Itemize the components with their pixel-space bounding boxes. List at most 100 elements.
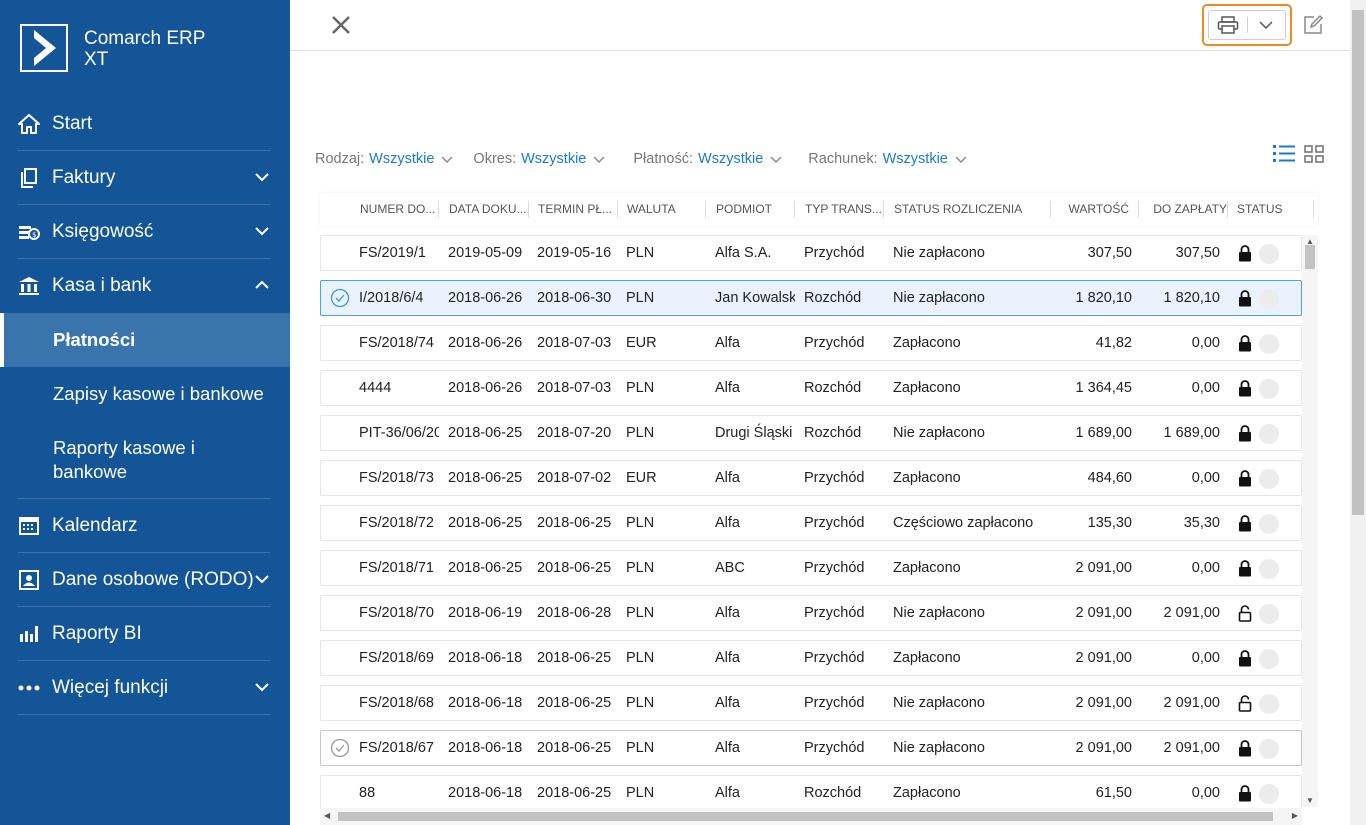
column-separator[interactable] — [1050, 201, 1051, 218]
chevron-down-icon[interactable] — [254, 571, 270, 587]
column-header-do-zaplaty[interactable]: DO ZAPŁATY — [1148, 193, 1227, 226]
status-indicator — [1259, 694, 1279, 714]
close-icon[interactable] — [330, 14, 352, 36]
person-card-icon — [18, 569, 40, 591]
column-header-typ-transakcji[interactable]: TYP TRANS... — [805, 193, 884, 226]
table-row[interactable]: I/2018/6/4 2018-06-26 2018-06-30 PLN Jan Kow… — [320, 280, 1302, 316]
column-separator[interactable] — [617, 201, 618, 218]
lock-closed-icon — [1239, 470, 1251, 487]
scroll-left-arrow-icon[interactable]: ◀ — [324, 811, 330, 820]
sidebar-item-wiecej-funkcji[interactable]: Więcej funkcji — [18, 661, 270, 715]
scroll-down-arrow-icon[interactable]: ▼ — [1306, 796, 1314, 805]
chevron-down-icon — [770, 156, 782, 163]
filter-rodzaj[interactable]: Rodzaj: Wszystkie — [315, 151, 453, 167]
cell-podmiot: Alfa — [715, 470, 740, 486]
sidebar-item-ksiegowosc[interactable]: $ Księgowość — [18, 205, 270, 259]
cell-status-rozliczenia: Zapłacono — [893, 335, 961, 351]
row-select-checkmark-icon[interactable] — [330, 288, 350, 308]
column-header-waluta[interactable]: WALUTA — [627, 193, 702, 226]
status-indicator — [1259, 559, 1279, 579]
table-row[interactable]: FS/2018/69 2018-06-18 2018-06-25 PLN Alfa Prz… — [320, 640, 1302, 676]
sidebar-item-faktury[interactable]: Faktury — [18, 151, 270, 205]
chevron-down-icon[interactable] — [254, 679, 270, 695]
filter-okres[interactable]: Okres: Wszystkie — [473, 151, 605, 167]
filter-rachunek[interactable]: Rachunek: Wszystkie — [808, 151, 967, 167]
page-vertical-scrollbar[interactable] — [1350, 0, 1366, 825]
chevron-up-icon[interactable] — [254, 277, 270, 293]
chevron-down-icon[interactable] — [254, 169, 270, 185]
cell-wartosc: 135,30 — [1087, 515, 1132, 531]
sidebar-subitem-label: Płatności — [53, 329, 136, 350]
scrollbar-thumb[interactable] — [338, 812, 1273, 821]
column-separator[interactable] — [1227, 201, 1228, 218]
table-row[interactable]: FS/2018/74 2018-06-26 2018-07-03 EUR Alfa Prz… — [320, 325, 1302, 361]
table-row[interactable]: PIT-36/06/20 2018-06-25 2018-07-20 PLN Drugi… — [320, 415, 1302, 451]
table-row[interactable]: FS/2018/68 2018-06-18 2018-06-25 PLN Alfa Prz… — [320, 685, 1302, 721]
cell-numer: PIT-36/06/20 — [359, 425, 439, 441]
list-view-icon[interactable] — [1272, 143, 1296, 165]
column-header-status[interactable]: STATUS — [1237, 193, 1297, 226]
sidebar-item-dane-osobowe[interactable]: Dane osobowe (RODO) — [18, 553, 270, 607]
cell-podmiot: Alfa — [715, 605, 740, 621]
sidebar-item-label: Księgowość — [52, 220, 154, 242]
grid-view-icon[interactable] — [1303, 143, 1325, 165]
column-separator[interactable] — [1313, 201, 1314, 218]
sidebar-subitem-platnosci[interactable]: Płatności — [0, 313, 290, 367]
print-button[interactable] — [1209, 11, 1247, 39]
table-row[interactable]: 88 2018-06-18 2018-06-25 PLN Alfa Rozchód Zapł… — [320, 775, 1302, 810]
column-header-data-dokumentu[interactable]: DATA DOKU... — [449, 193, 528, 226]
scrollbar-thumb[interactable] — [1352, 10, 1364, 515]
sidebar-item-kasa-i-bank[interactable]: Kasa i bank — [18, 259, 270, 313]
accounting-icon: $ — [18, 221, 40, 243]
status-indicator — [1259, 244, 1279, 264]
table-horizontal-scrollbar[interactable]: ◀ ▶ — [320, 808, 1302, 825]
cell-termin-platnosci: 2018-06-30 — [537, 290, 612, 306]
cell-numer: I/2018/6/4 — [359, 290, 424, 306]
table-row[interactable]: FS/2018/67 2018-06-18 2018-06-25 PLN Alfa Prz… — [320, 730, 1302, 766]
sidebar-subitem-zapisy-kasowe[interactable]: Zapisy kasowe i bankowe — [0, 367, 290, 421]
row-select-checkmark-icon[interactable] — [330, 738, 350, 758]
scroll-right-arrow-icon[interactable]: ▶ — [1292, 811, 1298, 820]
sidebar-item-raporty-bi[interactable]: Raporty BI — [18, 607, 270, 661]
table-row[interactable]: FS/2018/71 2018-06-25 2018-06-25 PLN ABC Przy… — [320, 550, 1302, 586]
sidebar-subitem-raporty-kasowe[interactable]: Raporty kasowe i bankowe — [0, 421, 290, 498]
column-header-status-rozliczenia[interactable]: STATUS ROZLICZENIA — [894, 193, 1044, 226]
column-header-podmiot[interactable]: PODMIOT — [716, 193, 795, 226]
column-separator[interactable] — [528, 201, 529, 218]
cell-data-dokumentu: 2018-06-26 — [448, 290, 523, 306]
filter-platnosc[interactable]: Płatność: Wszystkie — [633, 151, 782, 167]
edit-icon[interactable] — [1302, 14, 1324, 36]
table-row[interactable]: FS/2019/1 2019-05-09 2019-05-16 PLN Alfa S.A… — [320, 235, 1302, 271]
sidebar-item-label: Kasa i bank — [52, 275, 152, 296]
cell-status-rozliczenia: Nie zapłacono — [893, 740, 985, 756]
column-separator[interactable] — [705, 201, 706, 218]
column-header-termin-platnosci[interactable]: TERMIN PŁ... — [538, 193, 617, 226]
table-row[interactable]: 4444 2018-06-26 2018-07-03 PLN Alfa Rozchód Za… — [320, 370, 1302, 406]
column-header-numer[interactable]: NUMER DO... — [360, 193, 438, 226]
cell-podmiot: Alfa — [715, 380, 740, 396]
chevron-down-icon[interactable] — [254, 223, 270, 239]
column-separator[interactable] — [1138, 201, 1139, 218]
cell-numer: FS/2018/72 — [359, 515, 434, 531]
filter-label: Okres: — [473, 151, 517, 167]
table-vertical-scrollbar[interactable]: ▲ ▼ — [1302, 235, 1318, 807]
cell-podmiot: Alfa S.A. — [715, 245, 772, 261]
cell-termin-platnosci: 2018-07-03 — [537, 335, 612, 351]
column-separator[interactable] — [883, 201, 884, 218]
print-dropdown-button[interactable] — [1247, 11, 1285, 39]
cell-do-zaplaty: 2 091,00 — [1163, 605, 1220, 621]
cell-do-zaplaty: 0,00 — [1191, 380, 1220, 396]
cell-typ-transakcji: Rozchód — [804, 380, 862, 396]
column-separator[interactable] — [438, 201, 439, 218]
cell-do-zaplaty: 0,00 — [1191, 785, 1220, 801]
table-row[interactable]: FS/2018/72 2018-06-25 2018-06-25 PLN Alfa Prz… — [320, 505, 1302, 541]
table-row[interactable]: FS/2018/73 2018-06-25 2018-07-02 EUR Alfa Prz… — [320, 460, 1302, 496]
sidebar-item-kalendarz[interactable]: Kalendarz — [18, 499, 270, 553]
home-icon — [18, 113, 40, 135]
sidebar-item-start[interactable]: Start — [18, 97, 270, 151]
scrollbar-thumb[interactable] — [1305, 245, 1315, 269]
column-header-wartosc[interactable]: WARTOŚĆ — [1060, 193, 1129, 226]
column-separator[interactable] — [794, 201, 795, 218]
table-row[interactable]: FS/2018/70 2018-06-19 2018-06-28 PLN Alfa Prz… — [320, 595, 1302, 631]
lock-closed-icon — [1239, 290, 1251, 307]
